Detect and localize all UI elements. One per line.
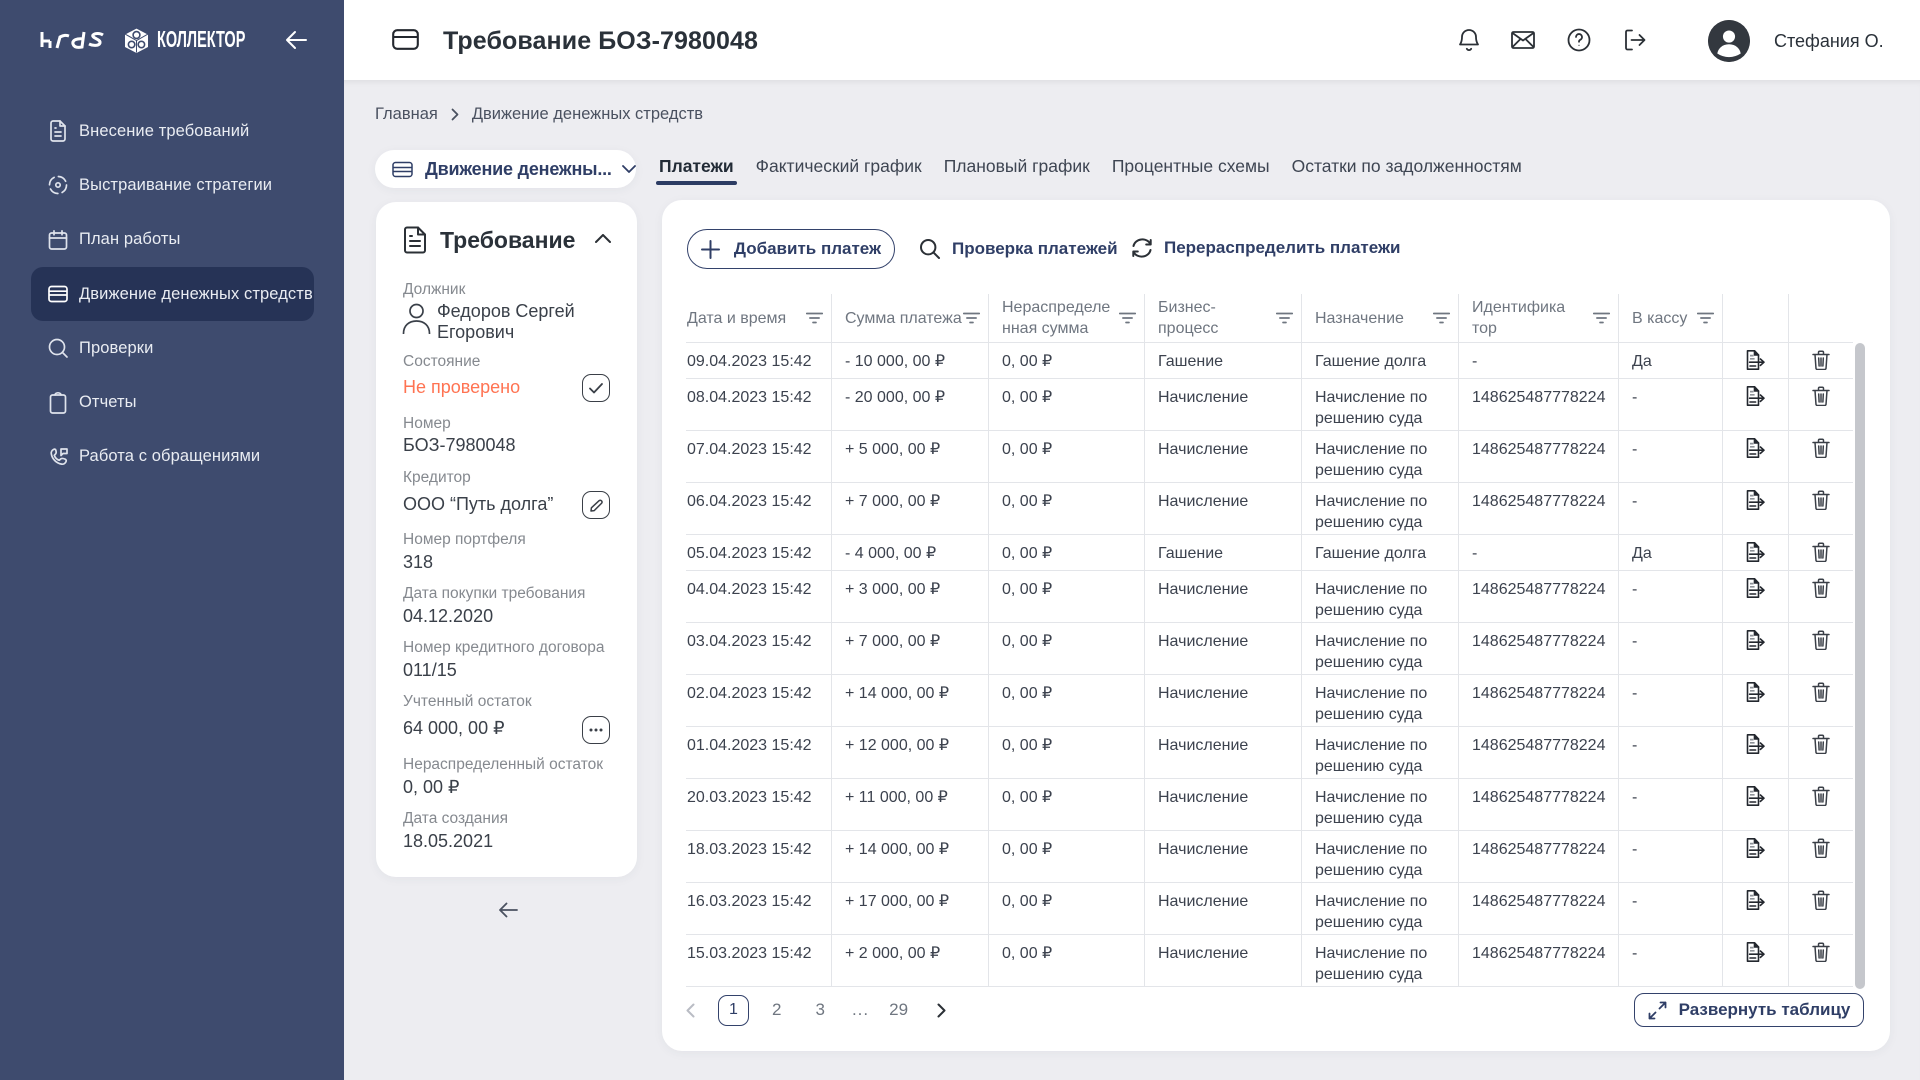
svg-text:КОЛЛЕКТОР: КОЛЛЕКТОР — [157, 28, 246, 52]
